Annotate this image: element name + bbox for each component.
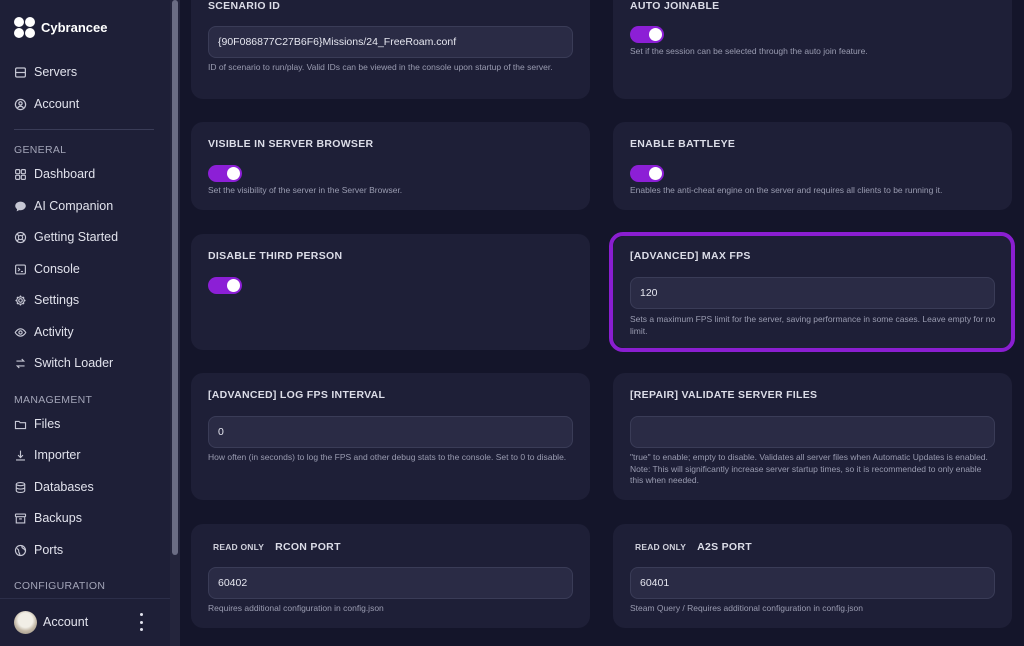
sidebar-item-backups[interactable]: Backups [14,508,82,528]
sidebar-divider [14,129,154,130]
database-icon [14,481,27,494]
card-title: [ADVANCED] LOG FPS INTERVAL [208,389,386,401]
sidebar-item-label: Backups [34,511,82,525]
card-log-fps-interval: [ADVANCED] LOG FPS INTERVAL 0 How often … [191,373,590,500]
folder-icon [14,418,27,431]
sidebar-item-importer[interactable]: Importer [14,445,81,465]
sidebar-item-label: Servers [34,65,78,79]
toggle-knob [649,167,662,180]
brand-logo-icon [14,17,35,38]
card-description: Set if the session can be selected throu… [630,46,868,56]
log-fps-interval-input[interactable]: 0 [208,416,573,448]
toggle-knob [227,279,240,292]
sidebar-item-servers[interactable]: Servers [14,62,77,82]
card-description: Steam Query / Requires additional config… [630,603,863,613]
card-description: ID of scenario to run/play. Valid IDs ca… [208,62,553,72]
highlight-outline [609,232,1015,352]
card-rcon-port: READ ONLY RCON PORT 60402 Requires addit… [191,524,590,628]
sidebar-item-label: Switch Loader [34,356,114,370]
card-title: DISABLE THIRD PERSON [208,250,343,262]
sidebar-item-label: Activity [34,325,74,339]
card-title-row: READ ONLY RCON PORT [213,541,341,553]
card-disable-third-person: DISABLE THIRD PERSON [191,234,590,350]
card-visible-in-server-browser: VISIBLE IN SERVER BROWSER Set the visibi… [191,122,590,210]
read-only-badge: READ ONLY [635,542,687,552]
card-title: SCENARIO ID [208,0,281,12]
card-enable-battleye: ENABLE BATTLEYE Enables the anti-cheat e… [613,122,1012,210]
user-circle-icon [14,98,27,111]
scenario-id-input[interactable]: {90F086877C27B6F6}Missions/24_FreeRoam.c… [208,26,573,58]
brand-name: Cybrancee [41,20,108,35]
chat-icon [14,200,27,213]
avatar[interactable] [14,611,37,634]
download-icon [14,449,27,462]
sidebar-item-label: AI Companion [34,199,114,213]
card-validate-server-files: [REPAIR] VALIDATE SERVER FILES "true" to… [613,373,1012,500]
terminal-icon [14,263,27,276]
a2s-port-input[interactable]: 60401 [630,567,995,599]
section-label-general: GENERAL [14,144,67,156]
sidebar-item-label: Account [34,97,80,111]
brand[interactable]: Cybrancee [14,17,107,38]
grid-icon [14,168,27,181]
sidebar-item-ports[interactable]: Ports [14,540,63,560]
sidebar-item-activity[interactable]: Activity [14,322,74,342]
section-label-management: MANAGEMENT [14,394,93,406]
sidebar-item-label: Files [34,417,61,431]
card-title: RCON PORT [275,541,341,553]
server-icon [14,66,27,79]
sidebar-item-getting-started[interactable]: Getting Started [14,227,118,247]
auto-joinable-toggle[interactable] [630,26,664,43]
sidebar-item-dashboard[interactable]: Dashboard [14,164,95,184]
sidebar-item-label: Importer [34,448,81,462]
account-footer-label: Account [43,615,89,629]
card-a2s-port: READ ONLY A2S PORT 60401 Steam Query / R… [613,524,1012,628]
toggle-knob [649,28,662,41]
card-auto-joinable: AUTO JOINABLE Set if the session can be … [613,0,1012,99]
sidebar-item-databases[interactable]: Databases [14,477,94,497]
sidebar-item-files[interactable]: Files [14,414,60,434]
card-description: How often (in seconds) to log the FPS an… [208,452,567,462]
sidebar-item-label: Ports [34,543,64,557]
card-title: AUTO JOINABLE [630,0,720,12]
card-title-row: READ ONLY A2S PORT [635,541,752,553]
archive-icon [14,512,27,525]
visible-in-browser-toggle[interactable] [208,165,242,182]
sidebar-item-ai-companion[interactable]: AI Companion [14,196,113,216]
section-label-configuration: CONFIGURATION [14,580,106,592]
sidebar-item-console[interactable]: Console [14,259,80,279]
sidebar-item-account[interactable]: Account [14,94,79,114]
sidebar-item-label: Settings [34,293,80,307]
sidebar-item-label: Databases [34,480,94,494]
toggle-knob [227,167,240,180]
third-person-toggle[interactable] [208,277,242,294]
card-title: ENABLE BATTLEYE [630,138,736,150]
gear-icon [14,294,27,307]
swap-icon [14,357,27,370]
sidebar: Cybrancee Servers Account GENERAL Dashbo… [0,0,170,646]
globe-icon [14,544,27,557]
rcon-port-input[interactable]: 60402 [208,567,573,599]
sidebar-item-label: Getting Started [34,230,119,244]
read-only-badge: READ ONLY [213,542,265,552]
card-title: VISIBLE IN SERVER BROWSER [208,138,374,150]
sidebar-scrollbar-thumb[interactable] [172,0,178,555]
sidebar-item-switch-loader[interactable]: Switch Loader [14,353,113,373]
sidebar-item-label: Dashboard [34,167,96,181]
battleye-toggle[interactable] [630,165,664,182]
card-title: [REPAIR] VALIDATE SERVER FILES [630,389,818,401]
card-scenario-id: SCENARIO ID {90F086877C27B6F6}Missions/2… [191,0,590,99]
more-options-icon[interactable] [137,613,145,631]
card-description: Enables the anti-cheat engine on the ser… [630,185,943,195]
card-title: A2S PORT [697,541,752,553]
eye-icon [14,326,27,339]
sidebar-item-settings[interactable]: Settings [14,290,79,310]
account-footer[interactable]: Account [0,598,170,646]
card-description: Set the visibility of the server in the … [208,185,403,195]
lifebuoy-icon [14,231,27,244]
card-description: "true" to enable; empty to disable. Vali… [630,452,988,485]
sidebar-item-label: Console [34,262,80,276]
card-description: Requires additional configuration in con… [208,603,384,613]
validate-files-input[interactable] [630,416,995,448]
